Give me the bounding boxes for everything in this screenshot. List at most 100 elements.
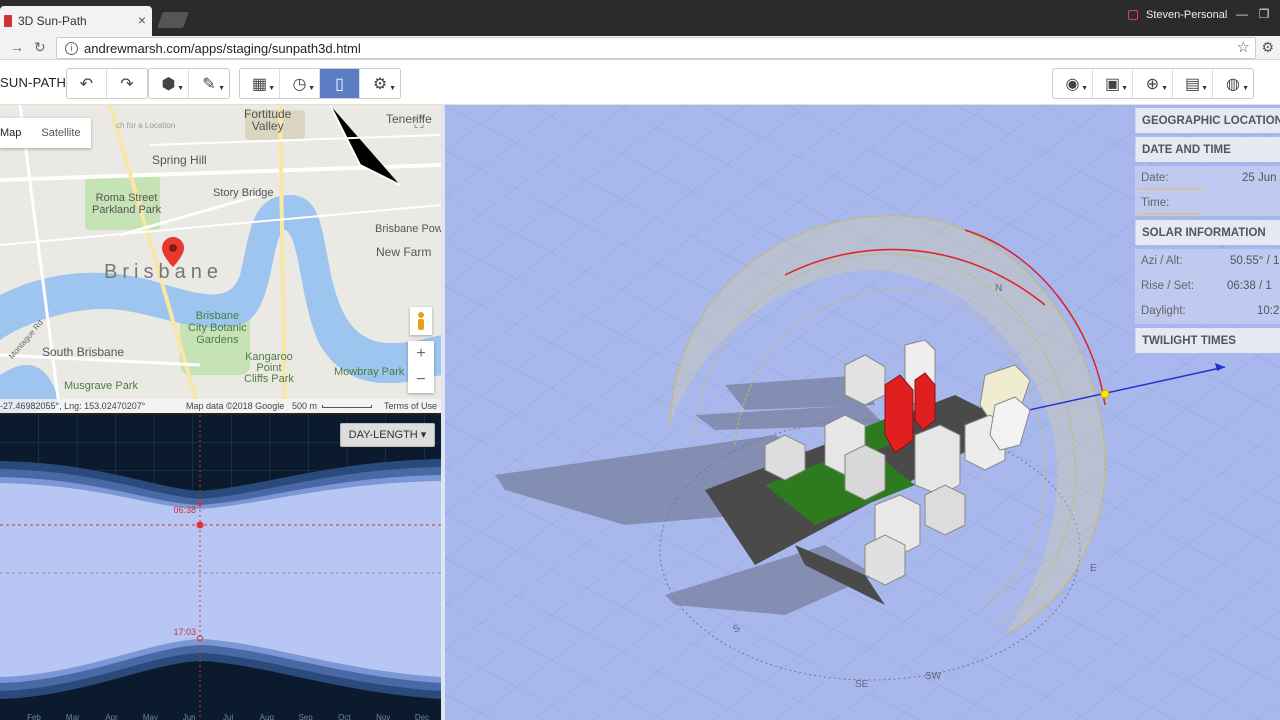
day-length-graph: 06:38 17:03 Feb Mar Apr May Jun Jul Aug Sep Oct N… [0,415,441,720]
date-slider[interactable] [1137,188,1205,190]
undo-button[interactable]: ↶ [67,69,107,98]
time-group: ▦ ▼ ◷ ▼ ▯ ⚙ ▼ [239,68,401,99]
globe-grid-button[interactable]: ⊕ ▼ [1133,69,1173,98]
restore-icon[interactable]: ❐ [1254,4,1274,24]
history-group: ↶ ↷ [66,68,148,99]
date-icon: ▤ [1184,75,1201,93]
view-group: ◉ ▼ ▣ ▼ ⊕ ▼ ▤ ▼ ◍ ▼ [1052,68,1254,99]
zoom-in-button[interactable]: + [408,341,434,367]
month-label: Nov [376,713,390,720]
month-label: Dec [415,713,429,720]
azi-label: Azi / Alt: [1141,255,1183,267]
display-button[interactable]: ▣ ▼ [1093,69,1133,98]
month-label: May [143,713,158,720]
globe-icon: ◍ [1226,75,1240,93]
map-type-map[interactable]: Map [0,118,31,148]
map-type-satellite[interactable]: Satellite [31,118,90,148]
url-input[interactable]: i andrewmarsh.com/apps/staging/sunpath3d… [56,37,1256,59]
draw-button[interactable]: ✎ ▼ [189,69,229,98]
day-length-dropdown[interactable]: DAY-LENGTH ▾ [340,423,435,447]
map-panel[interactable]: Map Satellite ⛶ ch for a Location Fortit… [0,105,441,413]
map-label-musgrave: Musgrave Park [64,380,138,392]
sun-position-icon[interactable] [1100,389,1110,399]
daylight-row: Daylight: 10:2 [1135,299,1280,324]
month-label: Jun [183,713,196,720]
compass-label-sw: SW [925,671,942,682]
map-label-brisbane-pow: Brisbane Pow [375,223,441,235]
sunrise-label: 06:38 [173,505,196,515]
street-view-pegman-icon[interactable] [410,307,432,335]
month-label: Mar [66,713,80,720]
map-footer: -27.46982055°, Lng: 153.02470207° Map da… [0,399,441,413]
time-slider[interactable] [1137,213,1200,215]
zoom-out-button[interactable]: − [408,367,434,393]
map-type-control: Map Satellite [0,118,91,148]
zoom-control: + − [408,341,434,393]
rise-value: 06:38 / 1 [1227,280,1272,292]
model-button[interactable]: ⬢ ▼ [149,69,189,98]
new-tab-button[interactable] [157,12,189,28]
month-label: Feb [27,713,41,720]
tab-close-icon[interactable]: × [138,12,146,28]
date-value: 25 Jun [1242,172,1277,184]
gear-icon: ⚙ [372,75,388,93]
map-label-spring-hill: Spring Hill [152,153,207,167]
globe-button[interactable]: ◍ ▼ [1213,69,1253,98]
section-date-time[interactable]: DATE AND TIME [1135,137,1280,162]
calendar-button[interactable]: ▦ ▼ [240,69,280,98]
globe-grid-icon: ⊕ [1145,75,1160,93]
browser-tab[interactable]: 3D Sun-Path × [0,6,152,36]
map-terms-link[interactable]: Terms of Use [384,401,437,411]
month-label: Apr [105,713,118,720]
compass-label-n: N [995,283,1002,294]
eye-button[interactable]: ◉ ▼ [1053,69,1093,98]
eye-icon: ◉ [1065,75,1080,93]
map-coords: -27.46982055°, Lng: 153.02470207° [0,401,146,411]
url-text: andrewmarsh.com/apps/staging/sunpath3d.h… [84,40,361,56]
draw-icon: ✎ [202,75,216,93]
map-label-teneriffe: Teneriffe [386,112,432,126]
section-twilight-times[interactable]: TWILIGHT TIMES [1135,328,1280,353]
date-row[interactable]: Date: 25 Jun [1135,166,1280,191]
reload-icon[interactable]: ↻ [34,39,46,56]
location-pin-icon[interactable] [162,237,184,267]
date-button[interactable]: ▤ ▼ [1173,69,1213,98]
month-label: Aug [260,713,274,720]
day-length-dropdown-label: DAY-LENGTH [348,429,418,441]
info-icon[interactable]: i [65,41,78,55]
date-marker[interactable] [196,521,204,529]
section-solar-information[interactable]: SOLAR INFORMATION [1135,220,1280,245]
rise-label: Rise / Set: [1141,280,1195,292]
compass-label-se: SE [855,679,869,690]
daylight-label: Daylight: [1141,305,1186,317]
panel-button[interactable]: ▯ [320,69,360,98]
info-sidebar: GEOGRAPHIC LOCATION DATE AND TIME Date: … [1135,108,1280,353]
map-label-roma-street: Roma Street Parkland Park [92,192,162,216]
map-label-new-farm: New Farm [376,245,432,259]
time-row[interactable]: Time: [1135,191,1280,216]
time-label: Time: [1141,197,1170,209]
display-icon: ▣ [1104,75,1121,93]
minimize-icon[interactable]: — [1232,4,1252,24]
map-label-mowbray: Mowbray Park [334,366,405,378]
forward-icon[interactable]: → [10,39,24,55]
profile-icon [1128,10,1138,20]
profile-button[interactable]: Steven-Personal [1128,6,1227,24]
panel-icon: ▯ [335,75,344,93]
map-label-story-bridge: Story Bridge [213,187,274,199]
map-label-fortitude-valley: Fortitude Valley [244,107,292,133]
redo-button[interactable]: ↷ [107,69,147,98]
compass-label-e: E [1090,563,1097,574]
map-search-hint: ch for a Location [116,121,176,130]
browser-titlebar: 3D Sun-Path × Steven-Personal — ❐ [0,0,1280,36]
azi-alt-row: Azi / Alt: 50.55° / 1 [1135,249,1280,274]
settings-button[interactable]: ⚙ ▼ [360,69,400,98]
map-scale-bar [322,405,372,408]
map-label-botanic: Brisbane City Botanic Gardens [188,310,247,346]
month-label: Jul [223,713,233,720]
app-toolbar: SUN-PATH: ↶ ↷ ⬢ ▼ ✎ ▼ ▦ ▼ ◷ ▼ ▯ ⚙ ▼ ◉ ▼ ▣ ▼ ⊕ ▼ … [0,60,1280,105]
extension-icon[interactable]: ⚙ [1261,39,1274,56]
bookmark-star-icon[interactable]: ☆ [1237,38,1250,56]
section-geographic-location[interactable]: GEOGRAPHIC LOCATION [1135,108,1280,133]
clock-button[interactable]: ◷ ▼ [280,69,320,98]
